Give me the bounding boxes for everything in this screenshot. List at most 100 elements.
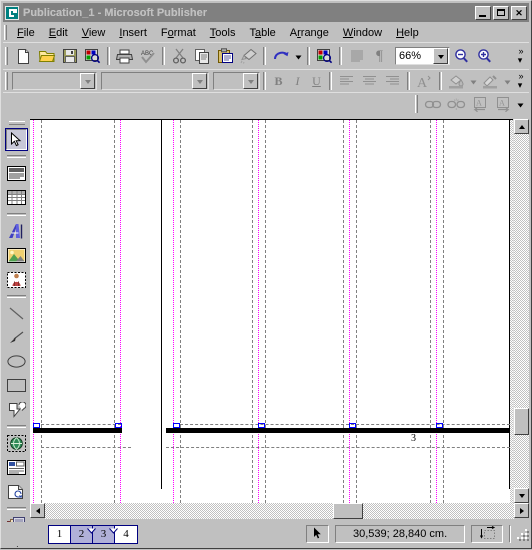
selection-handle[interactable] bbox=[349, 423, 356, 428]
page-button-1[interactable]: 1 bbox=[49, 525, 71, 543]
zoom-combo[interactable]: 66% bbox=[395, 47, 450, 65]
line-color-dropdown-arrow[interactable] bbox=[502, 70, 513, 92]
font-name-dropdown-arrow[interactable] bbox=[192, 73, 208, 89]
copy-button[interactable] bbox=[191, 45, 214, 67]
line-tool[interactable] bbox=[5, 302, 28, 325]
menu-table[interactable]: Table bbox=[242, 25, 282, 41]
selection-handle[interactable] bbox=[173, 423, 180, 428]
formatting-toolbar-overflow-button[interactable]: » ▾ bbox=[513, 72, 529, 90]
standard-toolbar-overflow-button[interactable]: » ▾ bbox=[513, 47, 529, 65]
objects-toolbar-grip[interactable] bbox=[8, 121, 25, 125]
horizontal-scroll-track[interactable] bbox=[45, 503, 514, 519]
font-size-dropdown-arrow[interactable] bbox=[243, 73, 259, 89]
cut-button[interactable] bbox=[168, 45, 191, 67]
scroll-left-button[interactable] bbox=[30, 503, 45, 518]
page-button-3[interactable]: 3 bbox=[93, 525, 118, 543]
zoom-out-button[interactable] bbox=[450, 45, 473, 67]
selection-handle[interactable] bbox=[436, 423, 443, 428]
align-right-button[interactable] bbox=[381, 70, 404, 92]
font-scheme-button[interactable]: A bbox=[413, 70, 436, 92]
menu-insert[interactable]: Insert bbox=[112, 25, 154, 41]
title-bar[interactable]: Publication_1 - Microsoft Publisher ✕ bbox=[3, 3, 529, 22]
paste-button[interactable] bbox=[214, 45, 237, 67]
undo-dropdown-button[interactable] bbox=[292, 45, 304, 67]
connect-toolbar-overflow-button[interactable] bbox=[514, 93, 527, 115]
align-center-button[interactable] bbox=[358, 70, 381, 92]
scroll-up-button[interactable] bbox=[514, 119, 529, 134]
selection-handle[interactable] bbox=[115, 423, 122, 428]
selection-handle[interactable] bbox=[33, 423, 40, 428]
menu-help[interactable]: Help bbox=[389, 25, 426, 41]
vertical-scrollbar[interactable] bbox=[513, 119, 529, 503]
custom-shapes-tool[interactable] bbox=[5, 398, 28, 421]
standard-toolbar-grip[interactable] bbox=[5, 47, 8, 65]
minimize-button[interactable] bbox=[475, 5, 491, 20]
open-button[interactable] bbox=[35, 45, 58, 67]
page-button-2[interactable]: 2 bbox=[71, 525, 96, 543]
horizontal-scroll-thumb[interactable] bbox=[333, 503, 363, 519]
vertical-scroll-track[interactable] bbox=[514, 134, 529, 488]
selection-handle[interactable] bbox=[258, 423, 265, 428]
align-left-button[interactable] bbox=[335, 70, 358, 92]
select-objects-tool[interactable] bbox=[5, 128, 28, 151]
text-box-tool[interactable] bbox=[5, 162, 28, 185]
zoom-in-button[interactable] bbox=[473, 45, 496, 67]
menu-arrange[interactable]: Arrange bbox=[283, 25, 336, 41]
paragraph-marks-button[interactable]: ¶ bbox=[368, 45, 391, 67]
picture-frame-tool[interactable] bbox=[5, 244, 28, 267]
hot-spot-tool[interactable] bbox=[5, 432, 28, 455]
maximize-button[interactable] bbox=[493, 5, 509, 20]
spelling-button[interactable]: ABC bbox=[136, 45, 159, 67]
scroll-right-button[interactable] bbox=[514, 503, 529, 518]
page-button-4[interactable]: 4 bbox=[115, 526, 137, 543]
format-painter-button[interactable] bbox=[237, 45, 260, 67]
resize-grip[interactable] bbox=[515, 527, 529, 541]
connect-text-boxes-button[interactable] bbox=[422, 93, 445, 115]
arrow-tool[interactable] bbox=[5, 326, 28, 349]
italic-button[interactable]: I bbox=[288, 70, 307, 92]
page-left[interactable] bbox=[30, 120, 161, 489]
style-dropdown-arrow[interactable] bbox=[80, 73, 96, 89]
disconnect-text-boxes-button[interactable] bbox=[445, 93, 468, 115]
go-to-next-text-box-button[interactable]: A bbox=[491, 93, 514, 115]
new-publication-button[interactable] bbox=[12, 45, 35, 67]
print-button[interactable] bbox=[113, 45, 136, 67]
menu-tools[interactable]: Tools bbox=[203, 25, 243, 41]
menu-format[interactable]: Format bbox=[154, 25, 203, 41]
oval-tool[interactable] bbox=[5, 350, 28, 373]
rule-bar-right[interactable] bbox=[166, 428, 509, 433]
line-color-button[interactable] bbox=[479, 70, 502, 92]
fill-color-dropdown-arrow[interactable] bbox=[468, 70, 479, 92]
fill-color-button[interactable] bbox=[445, 70, 468, 92]
style-combo[interactable] bbox=[12, 72, 98, 90]
vertical-scroll-thumb[interactable] bbox=[514, 408, 529, 435]
search-web-button[interactable] bbox=[81, 45, 104, 67]
save-button[interactable] bbox=[58, 45, 81, 67]
insert-table-tool[interactable] bbox=[5, 186, 28, 209]
connect-toolbar-grip[interactable] bbox=[415, 95, 418, 113]
menu-window[interactable]: Window bbox=[336, 25, 389, 41]
rectangle-tool[interactable] bbox=[5, 374, 28, 397]
page-right[interactable] bbox=[162, 120, 509, 489]
undo-button[interactable] bbox=[269, 45, 292, 67]
zoom-dropdown-arrow[interactable] bbox=[433, 48, 448, 64]
wordart-tool[interactable] bbox=[5, 220, 28, 243]
form-control-tool[interactable] bbox=[5, 456, 28, 479]
bold-button[interactable]: B bbox=[269, 70, 288, 92]
publication-canvas[interactable]: 3 bbox=[30, 119, 513, 503]
menu-file[interactable]: File bbox=[10, 25, 42, 41]
font-name-combo[interactable] bbox=[101, 72, 210, 90]
design-gallery-button[interactable] bbox=[313, 45, 336, 67]
menu-view[interactable]: View bbox=[75, 25, 113, 41]
scroll-down-button[interactable] bbox=[514, 488, 529, 503]
rule-bar-left[interactable] bbox=[33, 428, 122, 433]
publisher-icon[interactable] bbox=[5, 5, 19, 20]
clip-gallery-tool[interactable] bbox=[5, 268, 28, 291]
menu-edit[interactable]: Edit bbox=[42, 25, 75, 41]
underline-button[interactable]: U bbox=[307, 70, 326, 92]
menu-bar-grip[interactable] bbox=[4, 25, 7, 40]
close-button[interactable]: ✕ bbox=[511, 5, 527, 20]
show-special-characters-button[interactable] bbox=[345, 45, 368, 67]
formatting-toolbar-grip[interactable] bbox=[5, 72, 8, 90]
html-code-fragment-tool[interactable] bbox=[5, 480, 28, 503]
